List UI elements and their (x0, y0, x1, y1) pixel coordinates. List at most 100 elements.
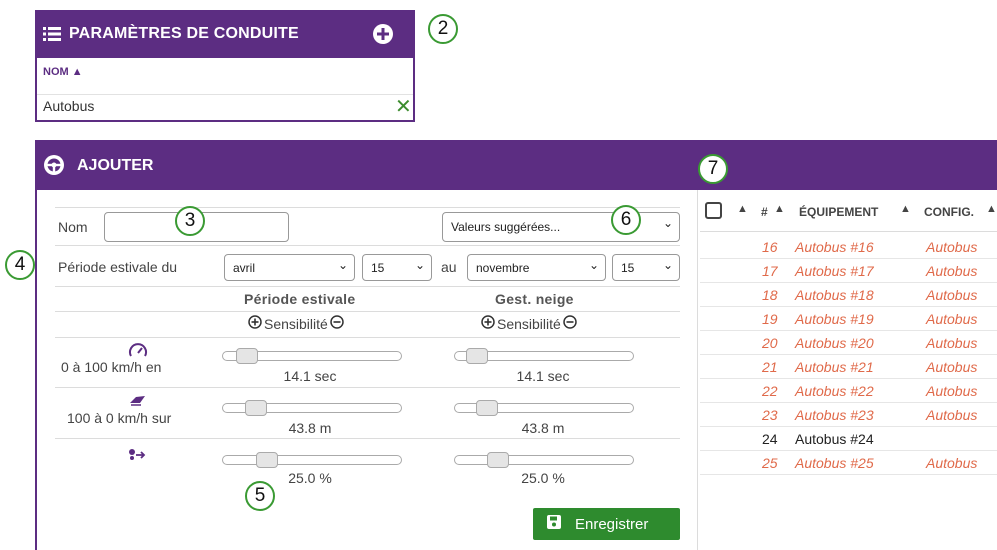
divider (37, 94, 413, 95)
summer-accel-value: 14.1 sec (283, 368, 337, 384)
accel-label: 0 à 100 km/h en (61, 359, 162, 375)
chevron-down-icon: ⌄ (662, 258, 673, 272)
row-equipment: Autobus #20 (795, 335, 874, 351)
row-config: Autobus (926, 239, 978, 255)
callout-badge: 6 (611, 205, 641, 235)
divider (55, 337, 680, 338)
snow-turn-slider[interactable] (454, 455, 634, 465)
summer-brake-value: 43.8 m (288, 420, 332, 436)
driving-params-title: PARAMÈTRES DE CONDUITE (69, 25, 299, 42)
slider-thumb[interactable] (245, 400, 267, 416)
start-month-select[interactable]: avril ⌄ (224, 254, 355, 281)
add-circle-icon[interactable] (372, 23, 394, 50)
config-column-header[interactable]: CONFIG. (924, 205, 974, 219)
end-month-value: novembre (476, 260, 530, 275)
row-number: 22 (762, 383, 778, 399)
sort-up-icon[interactable]: ▲ (986, 203, 997, 215)
row-number: 20 (762, 335, 778, 351)
row-number: 23 (762, 407, 778, 423)
num-column-header[interactable]: # (761, 205, 768, 219)
slider-thumb[interactable] (476, 400, 498, 416)
save-button[interactable]: Enregistrer (533, 508, 680, 540)
save-label: Enregistrer (575, 515, 649, 533)
end-day-select[interactable]: 15 ⌄ (612, 254, 680, 281)
divider (55, 286, 680, 287)
table-row[interactable]: 16 Autobus #16 Autobus (700, 235, 997, 259)
table-row[interactable]: 20 Autobus #20 Autobus (700, 331, 997, 355)
row-equipment: Autobus #19 (795, 311, 874, 327)
minus-circle-icon[interactable] (330, 315, 344, 332)
minus-circle-icon[interactable] (563, 315, 577, 332)
snow-accel-value: 14.1 sec (516, 368, 570, 384)
save-icon (547, 515, 561, 533)
row-equipment: Autobus #24 (795, 431, 874, 447)
slider-thumb[interactable] (236, 348, 258, 364)
slider-thumb[interactable] (487, 452, 509, 468)
callout-badge: 3 (175, 206, 205, 236)
row-number: 16 (762, 239, 778, 255)
slider-thumb[interactable] (256, 452, 278, 468)
nom-column-header[interactable]: NOM ▲ (43, 66, 83, 78)
snow-sensitivity: Sensibilité (481, 315, 577, 332)
row-number: 19 (762, 311, 778, 327)
braking-icon (129, 393, 147, 411)
row-config: Autobus (926, 263, 978, 279)
driving-params-header: PARAMÈTRES DE CONDUITE (37, 10, 413, 58)
chevron-down-icon: ⌄ (662, 216, 673, 230)
row-config: Autobus (926, 335, 978, 351)
divider (700, 231, 997, 232)
table-row[interactable]: 24 Autobus #24 (700, 427, 997, 451)
row-number: 21 (762, 359, 778, 375)
row-equipment: Autobus #22 (795, 383, 874, 399)
sort-up-icon: ▲ (71, 66, 83, 78)
start-day-select[interactable]: 15 ⌄ (362, 254, 432, 281)
sort-up-icon[interactable]: ▲ (774, 203, 785, 215)
row-equipment: Autobus #23 (795, 407, 874, 423)
plus-circle-icon[interactable] (481, 315, 495, 332)
row-number: 17 (762, 263, 778, 279)
sort-up-icon[interactable]: ▲ (900, 203, 911, 215)
period-label: Période estivale du (58, 259, 178, 275)
select-all-checkbox[interactable] (705, 202, 722, 219)
row-equipment: Autobus #17 (795, 263, 874, 279)
suggested-values-select[interactable]: Valeurs suggérées... ⌄ (442, 212, 680, 242)
au-label: au (441, 259, 457, 275)
row-equipment: Autobus #16 (795, 239, 874, 255)
snow-column-header: Gest. neige (495, 291, 574, 307)
row-number: 25 (762, 455, 778, 471)
divider (55, 438, 680, 439)
start-day-value: 15 (371, 260, 385, 275)
equipment-column-header[interactable]: ÉQUIPEMENT (799, 205, 878, 219)
table-row[interactable]: 17 Autobus #17 Autobus (700, 259, 997, 283)
sort-up-icon[interactable]: ▲ (737, 203, 748, 215)
table-row[interactable]: 19 Autobus #19 Autobus (700, 307, 997, 331)
table-row[interactable]: 21 Autobus #21 Autobus (700, 355, 997, 379)
turn-icon (128, 448, 146, 466)
table-row[interactable]: 22 Autobus #22 Autobus (700, 379, 997, 403)
callout-badge: 5 (245, 481, 275, 511)
nom-label: Nom (58, 219, 88, 235)
nom-header-label: NOM (43, 66, 69, 78)
slider-thumb[interactable] (466, 348, 488, 364)
summer-turn-slider[interactable] (222, 455, 402, 465)
table-header: ▲ # ▲ ÉQUIPEMENT ▲ CONFIG. ▲ (700, 201, 997, 231)
table-row[interactable]: 25 Autobus #25 Autobus (700, 451, 997, 475)
steering-wheel-icon (43, 154, 65, 181)
end-day-value: 15 (621, 260, 635, 275)
table-row[interactable]: 23 Autobus #23 Autobus (700, 403, 997, 427)
row-config: Autobus (926, 455, 978, 471)
close-icon[interactable]: ✕ (395, 94, 412, 119)
divider (55, 245, 680, 246)
table-row[interactable]: 18 Autobus #18 Autobus (700, 283, 997, 307)
divider (697, 190, 698, 550)
callout-badge: 7 (698, 154, 728, 184)
row-config: Autobus (926, 383, 978, 399)
callout-badge: 2 (428, 14, 458, 44)
start-month-value: avril (233, 260, 256, 275)
brake-label: 100 à 0 km/h sur (67, 410, 172, 426)
callout-badge: 4 (5, 250, 35, 280)
end-month-select[interactable]: novembre ⌄ (467, 254, 606, 281)
row-config: Autobus (926, 407, 978, 423)
plus-circle-icon[interactable] (248, 315, 262, 332)
list-item[interactable]: Autobus (43, 98, 94, 114)
